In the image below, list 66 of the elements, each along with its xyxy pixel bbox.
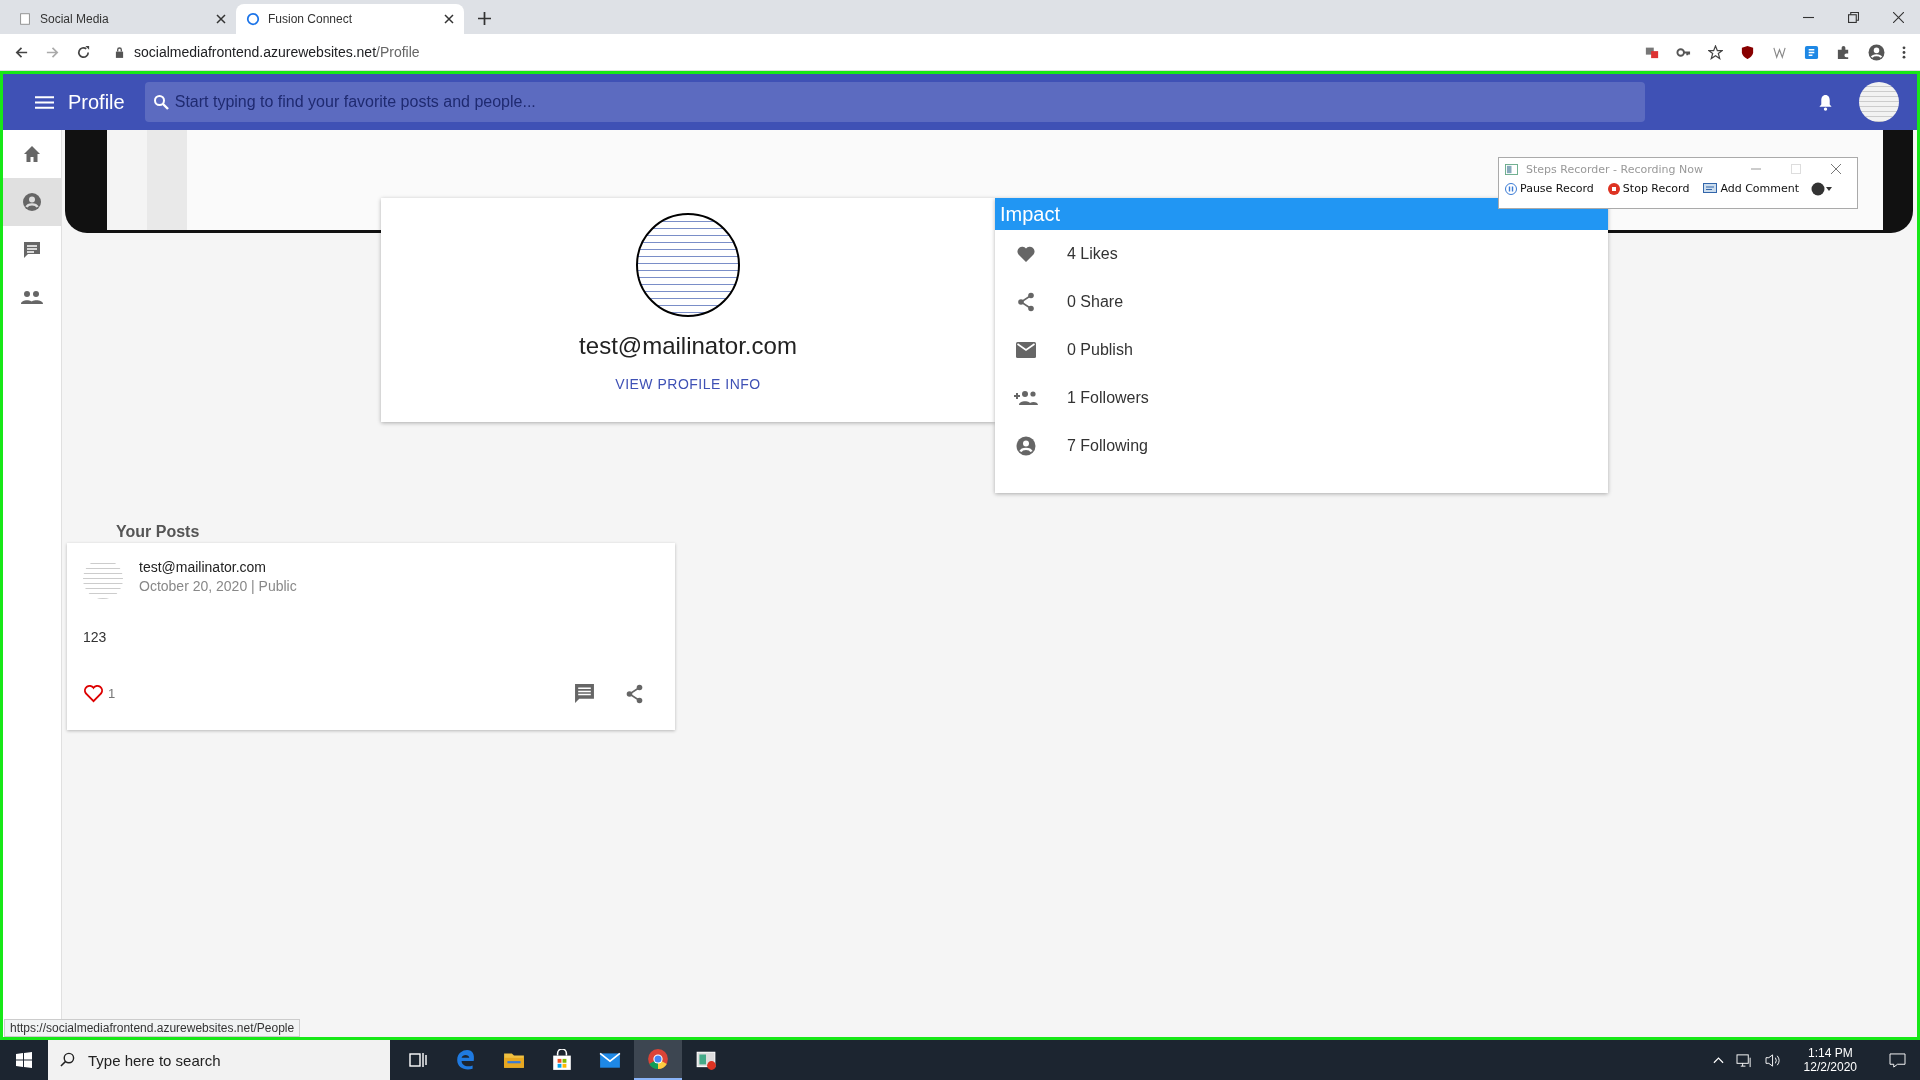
close-icon[interactable]	[1893, 11, 1904, 23]
account-icon[interactable]	[1868, 43, 1885, 61]
chevron-up-icon[interactable]	[1712, 1056, 1724, 1064]
avatar[interactable]	[1859, 82, 1899, 122]
browser-tab[interactable]: Social Media	[8, 4, 236, 34]
menu-icon[interactable]	[35, 95, 54, 109]
clock-time[interactable]: 1:14 PM	[1807, 1046, 1853, 1060]
taskbar-search-field[interactable]: Type here to search	[48, 1040, 390, 1080]
comment-record-button[interactable]: Add Comment	[1701, 180, 1802, 197]
new-tab-icon[interactable]	[478, 12, 491, 25]
close-icon[interactable]	[216, 14, 226, 24]
page-icon	[246, 12, 260, 26]
translate-icon[interactable]	[1645, 45, 1659, 59]
shield-icon[interactable]	[1740, 44, 1755, 60]
heart-icon[interactable]	[83, 684, 104, 703]
window-title: Steps Recorder - Recording Now	[1526, 162, 1703, 176]
profile-email: test@mailinator.com	[579, 332, 797, 360]
volume-icon[interactable]	[1764, 1052, 1782, 1068]
home-icon	[22, 144, 42, 164]
maximize-icon	[1791, 164, 1801, 174]
link-status-url: https://socialmediafrontend.azurewebsites.net/People	[4, 1019, 301, 1037]
mail-icon	[1013, 342, 1039, 358]
account-icon	[22, 192, 42, 212]
stop-record-button[interactable]: Stop Record	[1605, 180, 1692, 197]
post-text: 123	[83, 629, 108, 645]
page-icon	[18, 12, 32, 26]
section-heading: Your Posts	[116, 523, 201, 541]
more-icon[interactable]	[1902, 44, 1906, 60]
extension-icon[interactable]	[1804, 44, 1819, 60]
tab-title: Social Media	[40, 12, 110, 26]
stat-label: 0 Publish	[1067, 341, 1133, 359]
restore-icon[interactable]	[1848, 11, 1859, 23]
app-icon	[1505, 163, 1518, 175]
impact-header: Impact	[995, 198, 1608, 230]
clock-date[interactable]: 12/2/2020	[1803, 1060, 1857, 1074]
stat-label: 0 Share	[1067, 293, 1124, 311]
search-field[interactable]: Start typing to find your favorite posts and people...	[144, 82, 1645, 122]
browser-tab[interactable]: Fusion Connect	[236, 4, 464, 34]
notification-bell-icon[interactable]	[1818, 93, 1833, 111]
post-meta: October 20, 2020 | Public	[139, 578, 297, 594]
stat-label: 1 Followers	[1067, 389, 1149, 407]
stat-label: 7 Following	[1067, 437, 1148, 455]
reload-icon[interactable]	[76, 44, 91, 60]
pause-icon	[1505, 182, 1517, 195]
puzzle-icon[interactable]	[1836, 44, 1851, 60]
star-icon[interactable]	[1708, 44, 1723, 60]
sidebar-profile-item[interactable]	[3, 178, 61, 226]
page-title: Profile	[68, 90, 125, 114]
lock-icon[interactable]	[115, 46, 124, 58]
close-icon[interactable]	[444, 14, 454, 24]
notification-icon[interactable]	[1889, 1052, 1906, 1068]
comment-icon	[1703, 182, 1718, 195]
stop-icon	[1607, 182, 1620, 195]
start-icon[interactable]	[16, 1052, 32, 1068]
pause-record-button[interactable]: Pause Record	[1503, 180, 1596, 197]
view-profile-link[interactable]: VIEW PROFILE INFO	[615, 376, 761, 392]
like-count: 1	[108, 686, 116, 701]
message-icon	[22, 240, 42, 260]
network-icon[interactable]	[1735, 1052, 1753, 1068]
taskbar-chrome-icon[interactable]	[634, 1040, 682, 1080]
add-people-icon	[1013, 390, 1039, 406]
share-icon[interactable]	[625, 683, 644, 704]
tab-title: Fusion Connect	[268, 12, 354, 26]
post-author: test@mailinator.com	[139, 559, 268, 575]
stat-label: 4 Likes	[1067, 245, 1118, 263]
comment-icon[interactable]	[574, 683, 595, 704]
